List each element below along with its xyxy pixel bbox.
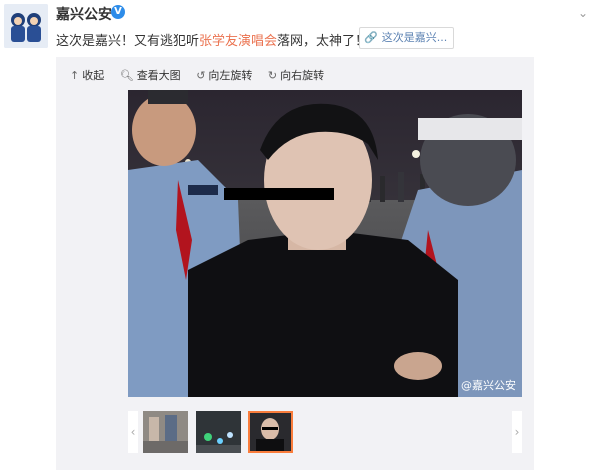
photo-scene — [128, 90, 522, 397]
verified-icon: V — [111, 5, 125, 19]
post-text: 这次是嘉兴！又有逃犯听张学友演唱会落网，太神了！ — [56, 30, 368, 49]
user-name[interactable]: 嘉兴公安 — [56, 4, 112, 24]
rotate-left-label: 向左旋转 — [208, 69, 253, 82]
rotate-right-label: 向右旋转 — [280, 69, 325, 82]
thumbnail-3-selected[interactable] — [248, 411, 293, 453]
thumbnail-2[interactable] — [196, 411, 241, 453]
post-text-end: 落网，太神了！ — [277, 34, 369, 49]
image-toolbar: ↑ 收起 🔍︎ 查看大图 ↺ 向左旋转 ↻ 向右旋转 — [70, 67, 336, 83]
topic-link[interactable]: 张学友演唱会 — [199, 34, 277, 49]
post-text-start: 这次是嘉兴！又有逃犯听 — [56, 34, 200, 49]
collapse-arrow-icon: ↑ — [70, 69, 80, 82]
censor-bar — [224, 188, 334, 200]
thumb-next-button[interactable]: › — [512, 411, 522, 453]
rotate-right-button[interactable]: ↻ 向右旋转 — [268, 67, 324, 83]
thumbnail-1[interactable] — [143, 411, 188, 453]
chevron-right-icon: › — [514, 425, 520, 439]
photo-watermark: @嘉兴公安 — [461, 379, 516, 392]
rotate-right-icon: ↻ — [267, 69, 278, 82]
thumbnail-3-image — [250, 413, 291, 451]
media-panel: ↑ 收起 🔍︎ 查看大图 ↺ 向左旋转 ↻ 向右旋转 @嘉兴公安 ‹ › — [56, 57, 534, 470]
chevron-down-icon[interactable]: ⌄ — [578, 6, 588, 20]
thumbnail-1-image — [143, 411, 188, 453]
link-icon: 🔗 — [364, 31, 378, 44]
view-large-label: 查看大图 — [136, 69, 181, 82]
view-large-button[interactable]: 🔍︎ 查看大图 — [120, 67, 181, 83]
collapse-button[interactable]: ↑ 收起 — [70, 67, 104, 83]
rotate-left-button[interactable]: ↺ 向左旋转 — [196, 67, 252, 83]
link-card[interactable]: 🔗 这次是嘉兴... — [359, 27, 455, 49]
collapse-label: 收起 — [82, 69, 105, 82]
main-photo[interactable]: @嘉兴公安 — [128, 90, 522, 397]
thumbnail-2-image — [196, 411, 241, 453]
chevron-left-icon: ‹ — [130, 425, 136, 439]
thumb-prev-button[interactable]: ‹ — [128, 411, 138, 453]
search-icon: 🔍︎ — [119, 69, 134, 82]
link-card-text: 这次是嘉兴... — [381, 31, 448, 44]
avatar[interactable] — [4, 4, 48, 48]
rotate-left-icon: ↺ — [196, 69, 206, 82]
